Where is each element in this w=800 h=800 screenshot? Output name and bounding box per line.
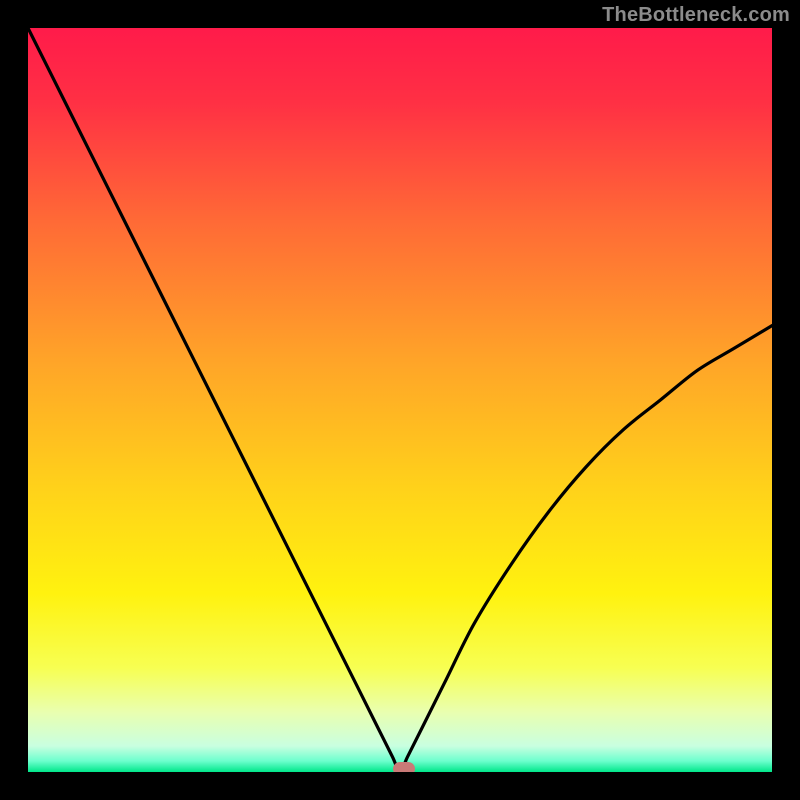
watermark-text: TheBottleneck.com xyxy=(602,4,790,27)
optimum-marker xyxy=(393,762,415,772)
chart-frame: TheBottleneck.com xyxy=(0,0,800,800)
plot-area xyxy=(28,28,772,772)
bottleneck-curve xyxy=(28,28,772,772)
